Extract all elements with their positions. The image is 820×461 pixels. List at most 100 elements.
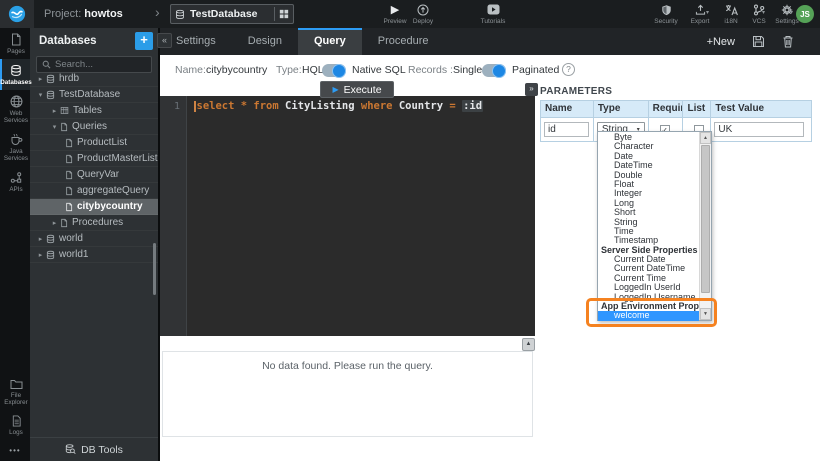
type-dropdown-list: Byte Character Date DateTime Double Floa… xyxy=(597,131,712,321)
search-input[interactable] xyxy=(55,59,146,70)
tab-query[interactable]: Query xyxy=(298,28,362,55)
db-tools-button[interactable]: DB Tools xyxy=(30,437,158,461)
dropdown-option[interactable]: LoggedIn Username xyxy=(598,293,699,302)
rail-item-logs[interactable]: Logs xyxy=(0,410,30,440)
tutorials-button[interactable]: Tutorials xyxy=(476,3,510,25)
type-label: Type: xyxy=(276,64,302,76)
expand-arrow-icon[interactable]: ▸ xyxy=(36,75,45,83)
scroll-down-icon[interactable]: ▼ xyxy=(700,308,711,320)
tree-item-label: aggregateQuery xyxy=(77,185,149,196)
tree-item-queryvar[interactable]: QueryVar xyxy=(30,167,158,183)
rail-item-pages[interactable]: Pages xyxy=(0,28,30,59)
dropdown-option[interactable]: Float xyxy=(598,180,699,189)
tree-item-procedures[interactable]: ▸ Procedures xyxy=(30,215,158,231)
param-test-value-input[interactable] xyxy=(714,122,804,137)
scrollbar-thumb[interactable] xyxy=(701,145,710,293)
records-option-paginated[interactable]: Paginated xyxy=(512,64,559,76)
play-icon: ▶ xyxy=(332,85,338,94)
tree-item-productlist[interactable]: ProductList xyxy=(30,135,158,151)
new-query-button[interactable]: +New xyxy=(707,36,735,48)
dropdown-option-selected[interactable]: welcome xyxy=(598,311,699,320)
tree-item-aggregatequery[interactable]: aggregateQuery xyxy=(30,183,158,199)
expand-arrow-icon[interactable]: ▾ xyxy=(50,123,59,131)
collapse-parameters-button[interactable]: » xyxy=(525,83,538,96)
tree-item-citybycountry[interactable]: citybycountry xyxy=(30,199,158,215)
export-button[interactable]: Export xyxy=(683,3,717,25)
execute-button[interactable]: ▶ Execute xyxy=(320,81,394,98)
coffee-cup-icon xyxy=(10,133,23,146)
tree-item-world1[interactable]: ▸ world1 xyxy=(30,247,158,263)
save-icon[interactable] xyxy=(752,35,765,48)
records-option-single[interactable]: Single xyxy=(453,64,482,76)
left-nav-rail: Pages Databases Web Services Java Servic… xyxy=(0,28,30,461)
expand-arrow-icon[interactable]: ▾ xyxy=(36,91,45,99)
more-options-button[interactable]: ••• xyxy=(0,440,30,461)
collapse-panel-button[interactable]: « xyxy=(157,33,172,48)
delete-icon[interactable] xyxy=(782,35,794,48)
rail-item-databases[interactable]: Databases xyxy=(0,59,30,90)
dropdown-option[interactable]: DateTime xyxy=(598,161,699,170)
user-avatar[interactable]: JS xyxy=(796,5,814,23)
dropdown-scrollbar[interactable]: ▲ ▼ xyxy=(699,132,711,320)
security-button[interactable]: Security xyxy=(649,3,683,25)
tree-item-label: Procedures xyxy=(72,217,123,228)
tab-procedure[interactable]: Procedure xyxy=(362,28,445,55)
tree-item-hrdb[interactable]: ▸ hrdb xyxy=(30,71,158,87)
sql-bind-parameter: :id xyxy=(462,100,483,112)
tab-design[interactable]: Design xyxy=(232,28,298,55)
dropdown-option[interactable]: Byte xyxy=(598,133,699,142)
chevron-down-icon: ▾ xyxy=(762,9,765,16)
sql-code-editor[interactable]: 1 select * from CityListing where Countr… xyxy=(160,96,535,336)
tree-scrollbar[interactable] xyxy=(153,243,156,295)
video-icon xyxy=(487,3,500,16)
tree-item-testdatabase[interactable]: ▾ TestDatabase xyxy=(30,87,158,103)
type-option-native-sql[interactable]: Native SQL xyxy=(352,64,406,76)
dropdown-option[interactable]: String xyxy=(598,218,699,227)
expand-arrow-icon[interactable]: ▸ xyxy=(36,251,45,259)
tree-item-productmasterlist[interactable]: ProductMasterList xyxy=(30,151,158,167)
dropdown-option[interactable]: Long xyxy=(598,199,699,208)
dropdown-option[interactable]: Current DateTime xyxy=(598,264,699,273)
scroll-up-icon[interactable]: ▲ xyxy=(700,132,711,144)
tree-item-label: QueryVar xyxy=(77,169,119,180)
tree-item-queries[interactable]: ▾ Queries xyxy=(30,119,158,135)
dropdown-option[interactable]: Short xyxy=(598,208,699,217)
rail-item-apis[interactable]: APIs xyxy=(0,166,30,197)
expand-arrow-icon[interactable]: ▸ xyxy=(50,107,59,115)
dropdown-group-header: Server Side Properties xyxy=(598,246,699,255)
tree-item-tables[interactable]: ▸ Tables xyxy=(30,103,158,119)
param-name-input[interactable] xyxy=(544,122,589,137)
add-database-button[interactable]: + xyxy=(135,32,153,50)
rail-item-java-services[interactable]: Java Services xyxy=(0,128,30,166)
sql-query-line[interactable]: select * from CityListing where Country … xyxy=(194,100,483,112)
dropdown-option[interactable]: Character xyxy=(598,142,699,151)
rail-item-file-explorer[interactable]: File Explorer xyxy=(0,373,30,410)
dropdown-option[interactable]: Integer xyxy=(598,189,699,198)
dropdown-option[interactable]: Date xyxy=(598,152,699,161)
records-toggle[interactable] xyxy=(482,64,506,77)
collapse-editor-button[interactable]: ▲ xyxy=(522,338,535,351)
deploy-button[interactable]: Deploy xyxy=(406,3,440,25)
tree-item-label: ProductMasterList xyxy=(77,153,158,164)
folder-icon xyxy=(10,378,23,390)
dropdown-option[interactable]: LoggedIn UserId xyxy=(598,283,699,292)
dropdown-option[interactable]: Timestamp xyxy=(598,236,699,245)
dropdown-option[interactable]: Double xyxy=(598,171,699,180)
dropdown-option[interactable]: Time xyxy=(598,227,699,236)
database-selector[interactable]: TestDatabase xyxy=(170,4,294,24)
tree-item-world[interactable]: ▸ world xyxy=(30,231,158,247)
type-option-hql[interactable]: HQL xyxy=(302,64,324,76)
expand-arrow-icon[interactable]: ▸ xyxy=(36,235,45,243)
app-logo[interactable] xyxy=(0,0,34,28)
grid-icon[interactable] xyxy=(279,9,289,19)
type-toggle[interactable] xyxy=(322,64,346,77)
file-icon xyxy=(65,170,73,180)
help-icon[interactable]: ? xyxy=(562,63,575,76)
dropdown-option[interactable]: Current Date xyxy=(598,255,699,264)
dropdown-option[interactable]: Current Time xyxy=(598,274,699,283)
records-label: Records : xyxy=(408,64,453,76)
expand-arrow-icon[interactable]: ▸ xyxy=(50,219,59,227)
panel-title: Databases xyxy=(39,35,135,47)
logo-icon xyxy=(8,5,26,23)
rail-item-web-services[interactable]: Web Services xyxy=(0,90,30,128)
